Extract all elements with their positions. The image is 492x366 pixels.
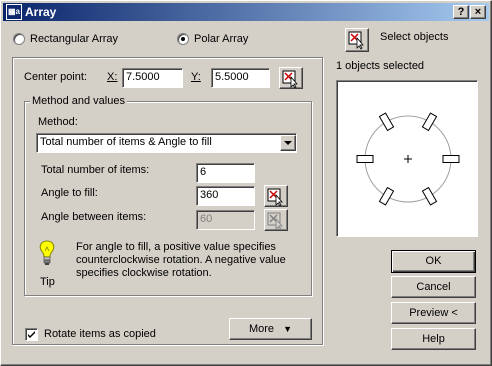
- rotate-items-checkbox[interactable]: [25, 328, 38, 341]
- method-values-caption: Method and values: [30, 95, 127, 107]
- total-items-label: Total number of items:: [41, 164, 150, 176]
- pick-angle-disabled-icon: [267, 212, 283, 231]
- tip-text: For angle to fill, a positive value spec…: [76, 241, 286, 279]
- preview-array-item: [378, 186, 395, 206]
- double-chevron-down-icon: ▼: [283, 324, 293, 334]
- select-objects-button[interactable]: [345, 28, 369, 52]
- help-button[interactable]: Help: [391, 328, 476, 350]
- help-title-button[interactable]: ?: [453, 5, 469, 19]
- method-select[interactable]: Total number of items & Angle to fill: [36, 133, 297, 153]
- preview-array-item: [378, 112, 395, 132]
- method-dropdown-button[interactable]: [280, 135, 296, 151]
- more-button[interactable]: More ▼: [229, 318, 312, 340]
- more-button-label: More: [248, 323, 275, 335]
- polar-array-label[interactable]: Polar Array: [194, 33, 248, 45]
- method-label: Method:: [38, 116, 78, 128]
- pick-point-icon: [282, 70, 298, 89]
- window-title: Array: [25, 5, 57, 19]
- angle-fill-input[interactable]: 360: [196, 186, 255, 206]
- pick-angle-icon: [267, 188, 283, 207]
- center-x-input[interactable]: 7.5000: [122, 68, 183, 88]
- preview-button[interactable]: Preview <: [391, 302, 476, 324]
- method-select-value: Total number of items & Angle to fill: [40, 136, 212, 148]
- rectangular-array-label[interactable]: Rectangular Array: [30, 33, 118, 45]
- total-items-input[interactable]: 6: [196, 163, 255, 183]
- preview-array-item: [421, 112, 438, 132]
- preview-graphic: [356, 112, 460, 206]
- preview-array-item: [442, 155, 460, 163]
- tip-label: Tip: [40, 276, 55, 288]
- pick-center-point-button[interactable]: [279, 67, 303, 89]
- title-bar[interactable]: ▦a Array ? ×: [3, 3, 489, 21]
- close-button[interactable]: ×: [470, 5, 486, 19]
- center-point-label: Center point:: [24, 71, 87, 83]
- pick-angle-fill-button[interactable]: [264, 185, 288, 207]
- select-objects-label: Select objects: [380, 31, 449, 43]
- radio-selected-dot: [181, 37, 185, 41]
- checkmark-icon: [28, 331, 35, 338]
- app-icon: ▦a: [6, 4, 22, 20]
- pick-angle-between-button: [264, 209, 288, 231]
- cancel-button[interactable]: Cancel: [391, 276, 476, 298]
- polar-array-radio[interactable]: [177, 33, 189, 45]
- angle-fill-label: Angle to fill:: [41, 187, 98, 199]
- preview-array-item: [421, 186, 438, 206]
- lightbulb-icon: [37, 239, 57, 271]
- center-x-label: X:: [107, 71, 118, 83]
- center-y-label: Y:: [191, 71, 201, 83]
- select-objects-icon: [348, 31, 364, 50]
- preview-array-item: [356, 155, 374, 163]
- objects-selected-status: 1 objects selected: [336, 60, 425, 72]
- angle-between-input: 60: [196, 210, 255, 230]
- ok-button[interactable]: OK: [391, 250, 476, 273]
- rectangular-array-radio[interactable]: [13, 33, 25, 45]
- center-y-input[interactable]: 5.5000: [211, 68, 270, 88]
- chevron-down-icon: [284, 141, 292, 145]
- array-preview: [336, 80, 478, 237]
- angle-between-label: Angle between items:: [41, 211, 147, 223]
- rotate-items-label[interactable]: Rotate items as copied: [44, 328, 156, 340]
